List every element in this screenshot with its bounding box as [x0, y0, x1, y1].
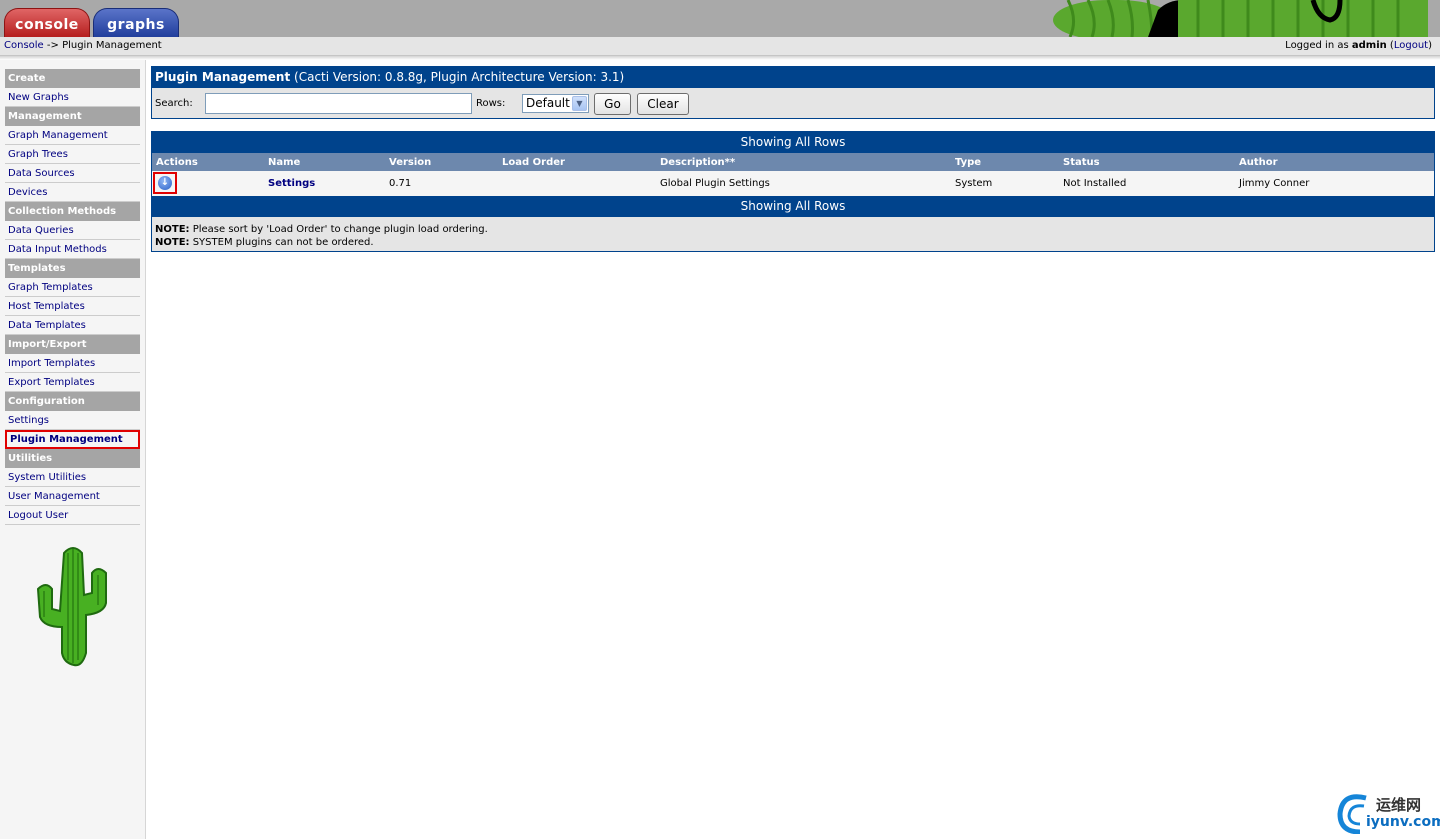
col-name[interactable]: Name [268, 157, 300, 168]
page-title-version: (Cacti Version: 0.8.8g, Plugin Architect… [290, 70, 625, 84]
menu-header-templates: Templates [5, 259, 140, 278]
plugin-name-link[interactable]: Settings [268, 178, 315, 189]
menu-header-create: Create [5, 69, 140, 88]
note-text: Please sort by 'Load Order' to change pl… [189, 224, 488, 235]
install-icon[interactable]: ↓ [158, 176, 172, 190]
sidebar-item-user-management[interactable]: User Management [5, 487, 140, 506]
watermark-text-cn: 运维网 [1376, 796, 1422, 814]
tab-graphs[interactable]: graphs [93, 8, 179, 37]
sidebar-item-graph-management[interactable]: Graph Management [5, 126, 140, 145]
watermark-logo: 运维网 iyunv.com [1336, 792, 1440, 835]
note-text: SYSTEM plugins can not be ordered. [189, 237, 374, 248]
rows-select-value: Default [526, 96, 570, 110]
cactus-logo [36, 547, 107, 667]
search-input[interactable] [205, 93, 472, 114]
plugin-type: System [955, 178, 993, 189]
plugin-author: Jimmy Conner [1239, 178, 1310, 189]
header-shadow [0, 56, 1440, 60]
sidebar-item-data-input-methods[interactable]: Data Input Methods [5, 240, 140, 259]
sidebar-item-settings[interactable]: Settings [5, 411, 140, 430]
plugin-version: 0.71 [389, 178, 412, 189]
note-label: NOTE: [155, 237, 190, 248]
menu-header-configuration: Configuration [5, 392, 140, 411]
menu-header-import-export: Import/Export [5, 335, 140, 354]
breadcrumb-console-link[interactable]: Console [4, 40, 44, 51]
top-bar: console graphs [0, 0, 1440, 37]
sidebar-item-data-sources[interactable]: Data Sources [5, 164, 140, 183]
tab-console[interactable]: console [4, 8, 90, 37]
sidebar-item-graph-templates[interactable]: Graph Templates [5, 278, 140, 297]
note-label: NOTE: [155, 224, 190, 235]
sidebar: Create New Graphs Management Graph Manag… [0, 60, 146, 839]
plugin-description: Global Plugin Settings [660, 178, 770, 189]
install-action-button[interactable]: ↓ [153, 172, 177, 194]
page-title-main: Plugin Management [155, 70, 291, 84]
sidebar-item-host-templates[interactable]: Host Templates [5, 297, 140, 316]
filter-row: Search: Rows: Default ▼ Go Clear [152, 88, 1434, 118]
sidebar-item-devices[interactable]: Devices [5, 183, 140, 202]
sidebar-item-system-utilities[interactable]: System Utilities [5, 468, 140, 487]
login-prefix: Logged in as [1285, 40, 1352, 51]
sidebar-item-logout-user[interactable]: Logout User [5, 506, 140, 525]
sidebar-item-data-templates[interactable]: Data Templates [5, 316, 140, 335]
logout-close-paren: ) [1428, 40, 1432, 51]
note-load-order: NOTE: Please sort by 'Load Order' to cha… [155, 223, 1431, 236]
login-user: admin [1351, 40, 1387, 51]
table-row: ↓ Settings 0.71 Global Plugin Settings S… [152, 171, 1434, 196]
note-system-plugins: NOTE: SYSTEM plugins can not be ordered. [155, 236, 1431, 249]
sidebar-item-graph-trees[interactable]: Graph Trees [5, 145, 140, 164]
breadcrumb-separator: -> [43, 40, 63, 51]
menu-header-collection-methods: Collection Methods [5, 202, 140, 221]
cactus-banner-image [1053, 0, 1433, 37]
sidebar-item-data-queries[interactable]: Data Queries [5, 221, 140, 240]
rows-select[interactable]: Default ▼ [522, 94, 589, 113]
logout-link[interactable]: Logout [1394, 40, 1428, 51]
showing-rows-bottom: Showing All Rows [152, 196, 1434, 217]
breadcrumb: Console -> Plugin Management [4, 40, 162, 51]
filter-panel: Plugin Management (Cacti Version: 0.8.8g… [151, 66, 1435, 119]
sidebar-item-new-graphs[interactable]: New Graphs [5, 88, 140, 107]
col-version[interactable]: Version [389, 157, 431, 168]
breadcrumb-current: Plugin Management [62, 40, 162, 51]
col-description[interactable]: Description** [660, 157, 735, 168]
logout-open-paren: ( [1386, 40, 1394, 51]
clear-button[interactable]: Clear [637, 93, 689, 115]
sidebar-item-plugin-management[interactable]: Plugin Management [5, 430, 140, 449]
breadcrumb-bar: Console -> Plugin Management Logged in a… [0, 37, 1440, 56]
showing-rows-top: Showing All Rows [152, 132, 1434, 153]
col-author[interactable]: Author [1239, 157, 1278, 168]
col-actions[interactable]: Actions [156, 157, 198, 168]
go-button[interactable]: Go [594, 93, 631, 115]
chevron-down-icon[interactable]: ▼ [572, 96, 587, 111]
search-label: Search: [155, 98, 193, 109]
col-type[interactable]: Type [955, 157, 981, 168]
watermark-text-url: iyunv.com [1366, 814, 1440, 830]
sidebar-item-import-templates[interactable]: Import Templates [5, 354, 140, 373]
table-header: Actions Name Version Load Order Descript… [152, 153, 1434, 171]
sidebar-item-export-templates[interactable]: Export Templates [5, 373, 140, 392]
rows-label: Rows: [476, 98, 506, 109]
plugin-table: Showing All Rows Actions Name Version Lo… [151, 131, 1435, 252]
col-status[interactable]: Status [1063, 157, 1100, 168]
menu-header-management: Management [5, 107, 140, 126]
login-status: Logged in as admin (Logout) [1285, 40, 1432, 51]
col-load-order[interactable]: Load Order [502, 157, 565, 168]
menu-header-utilities: Utilities [5, 449, 140, 468]
page-title: Plugin Management (Cacti Version: 0.8.8g… [152, 67, 1434, 88]
sidebar-menu: Create New Graphs Management Graph Manag… [5, 69, 140, 525]
notes: NOTE: Please sort by 'Load Order' to cha… [152, 217, 1434, 251]
plugin-status: Not Installed [1063, 178, 1127, 189]
